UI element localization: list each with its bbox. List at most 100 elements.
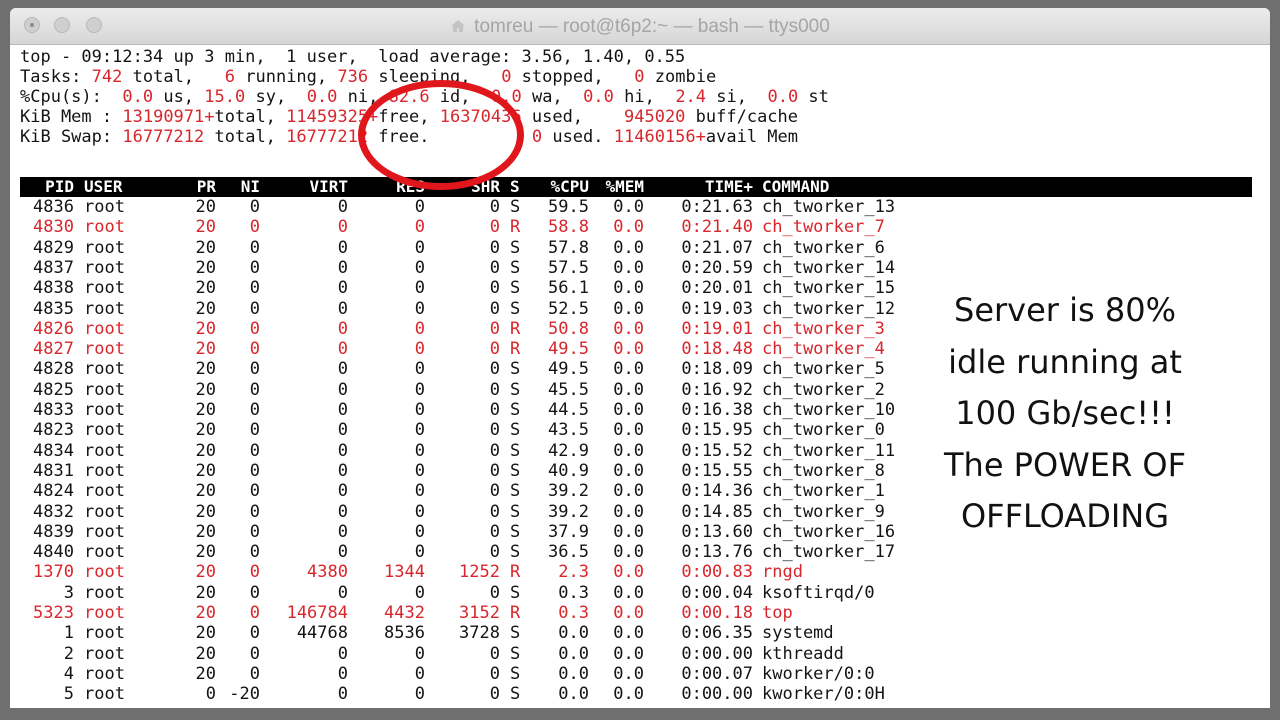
col-res[interactable]: RES [350,177,425,197]
table-row[interactable]: 5323 root 20 0 146784 4432 3152 R 0.3 0.0 0:00.18 t… [20,603,1020,623]
cell-res: 0 [414,278,425,299]
table-row[interactable]: 4824 root 20 0 0 0 0 S 39.2 0.0 0:14.36 ch_tworker_… [20,481,1020,501]
col-virt[interactable]: VIRT [270,177,348,197]
table-row[interactable]: 4831 root 20 0 0 0 0 S 40.9 0.0 0:15.55 ch_tworker_… [20,461,1020,481]
col-ni[interactable]: NI [220,177,260,197]
cell-pr: 20 [195,460,216,481]
cell-ni: 0 [249,521,260,542]
col-cpu[interactable]: %CPU [535,177,589,197]
table-row[interactable]: 4837 root 20 0 0 0 0 S 57.5 0.0 0:20.59 ch_tworker_… [20,258,1020,278]
table-row[interactable]: 4828 root 20 0 0 0 0 S 49.5 0.0 0:18.09 ch_tworker_… [20,359,1020,379]
cell-s: S [510,359,521,380]
cell-s: S [510,400,521,420]
cell-mem: 0.0 [613,603,644,623]
cell-res: 0 [414,420,425,441]
cell-ni: 0 [249,379,260,400]
cell-pr: 20 [195,562,216,583]
cell-command: ch_tworker_1 [762,481,885,502]
col-s[interactable]: S [510,177,520,197]
cell-ni: 0 [249,197,260,217]
cell-ni: 0 [249,278,260,299]
table-row[interactable]: 4 root 20 0 0 0 0 S 0.0 0.0 0:00.07 kworker/0:0 [20,664,1020,684]
table-row[interactable]: 4839 root 20 0 0 0 0 S 37.9 0.0 0:13.60 ch_tworker_… [20,522,1020,542]
col-mem[interactable]: %MEM [592,177,644,197]
table-row[interactable]: 1370 root 20 0 4380 1344 1252 R 2.3 0.0 0:00.83 rng… [20,562,1020,582]
cell-virt: 0 [337,420,348,441]
table-row[interactable]: 4823 root 20 0 0 0 0 S 43.5 0.0 0:15.95 ch_tworker_… [20,420,1020,440]
cell-user: root [84,481,125,502]
cell-user: root [84,440,125,461]
cell-pid: 4838 [33,278,74,299]
cpu-label: %Cpu(s): [20,87,102,107]
cell-shr: 0 [489,684,500,705]
cell-res: 0 [414,684,425,705]
cell-user: root [84,400,125,420]
cell-user: root [84,521,125,542]
table-row[interactable]: 4827 root 20 0 0 0 0 R 49.5 0.0 0:18.48 ch_tworker_… [20,339,1020,359]
table-row[interactable]: 4830 root 20 0 0 0 0 R 58.8 0.0 0:21.40 ch_tworker_… [20,217,1020,237]
cell-cpu: 57.8 [548,237,589,258]
cell-res: 0 [414,643,425,664]
cell-time: 0:14.85 [681,501,753,522]
cell-user: root [84,420,125,441]
swap-free: 16777212 [286,127,369,147]
table-row[interactable]: 4835 root 20 0 0 0 0 S 52.5 0.0 0:19.03 ch_tworker_… [20,299,1020,319]
cell-time: 0:13.76 [681,542,753,563]
col-user[interactable]: USER [84,177,123,197]
cell-user: root [84,460,125,481]
cell-command: ch_tworker_8 [762,460,885,481]
terminal-window: tomreu — root@t6p2:~ — bash — ttys000 to… [10,8,1270,708]
cell-cpu: 57.5 [548,257,589,278]
cell-user: root [84,663,125,684]
table-row[interactable]: 4826 root 20 0 0 0 0 R 50.8 0.0 0:19.01 ch_tworker_… [20,319,1020,339]
table-row[interactable]: 4825 root 20 0 0 0 0 S 45.5 0.0 0:16.92 ch_tworker_… [20,380,1020,400]
swap-free-label: free. [368,127,430,147]
table-row[interactable]: 4833 root 20 0 0 0 0 S 44.5 0.0 0:16.38 ch_tworker_… [20,400,1020,420]
table-row[interactable]: 3 root 20 0 0 0 0 S 0.3 0.0 0:00.04 ksoftirqd/0 [20,583,1020,603]
table-row[interactable]: 5 root 0 -20 0 0 0 S 0.0 0.0 0:00.00 kworker/0:0H [20,684,1020,704]
col-shr[interactable]: SHR [426,177,500,197]
cell-shr: 0 [489,440,500,461]
table-row[interactable]: 4829 root 20 0 0 0 0 S 57.8 0.0 0:21.07 ch_tworker_… [20,238,1020,258]
cell-mem: 0.0 [613,237,644,258]
cell-res: 0 [414,542,425,563]
table-row[interactable]: 4836 root 20 0 0 0 0 S 59.5 0.0 0:21.63 ch_tworker_… [20,197,1020,217]
table-row[interactable]: 4840 root 20 0 0 0 0 S 36.5 0.0 0:13.76 ch_tworker_… [20,542,1020,562]
cell-pid: 4836 [33,197,74,217]
col-pid[interactable]: PID [20,177,74,197]
cell-mem: 0.0 [613,623,644,644]
col-command[interactable]: COMMAND [762,177,829,197]
table-row[interactable]: 4838 root 20 0 0 0 0 S 56.1 0.0 0:20.01 ch_tworker_… [20,278,1020,298]
swap-line: KiB Swap: 16777212 total, 16777212 free.… [20,127,798,147]
cell-shr: 0 [489,501,500,522]
cell-ni: 0 [249,481,260,502]
cell-command: ch_tworker_3 [762,318,885,339]
cell-mem: 0.0 [613,643,644,664]
col-time[interactable]: TIME+ [660,177,753,197]
cell-user: root [84,257,125,278]
cell-command: kworker/0:0 [762,663,875,684]
cell-pid: 4826 [33,318,74,339]
cell-s: R [510,562,521,583]
cell-user: root [84,684,125,705]
table-row[interactable]: 4834 root 20 0 0 0 0 S 42.9 0.0 0:15.52 ch_tworker_… [20,441,1020,461]
cell-s: S [510,197,521,217]
table-row[interactable]: 1 root 20 0 44768 8536 3728 S 0.0 0.0 0:06.35 syste… [20,623,1020,643]
tasks-zombie-label: zombie [644,67,717,87]
col-pr[interactable]: PR [176,177,216,197]
title-bar[interactable]: tomreu — root@t6p2:~ — bash — ttys000 [10,8,1270,45]
swap-used-label: used. [542,127,604,147]
terminal-content[interactable]: top - 09:12:34 up 3 min, 1 user, load av… [10,45,1270,708]
process-table-header: PID USER PR NI VIRT RES SHR S %CPU %MEM … [20,177,1252,197]
mem-free-label: free, [378,107,430,127]
cell-pr: 20 [195,359,216,380]
cell-s: S [510,582,521,603]
cell-ni: 0 [249,643,260,664]
mem-cache: 945020 [624,107,686,127]
cell-cpu: 0.3 [558,582,589,603]
cell-user: root [84,298,125,319]
table-row[interactable]: 4832 root 20 0 0 0 0 S 39.2 0.0 0:14.85 ch_tworker_… [20,502,1020,522]
cell-time: 0:18.09 [681,359,753,380]
table-row[interactable]: 2 root 20 0 0 0 0 S 0.0 0.0 0:00.00 kthreadd [20,644,1020,664]
cell-res: 4432 [384,603,425,623]
